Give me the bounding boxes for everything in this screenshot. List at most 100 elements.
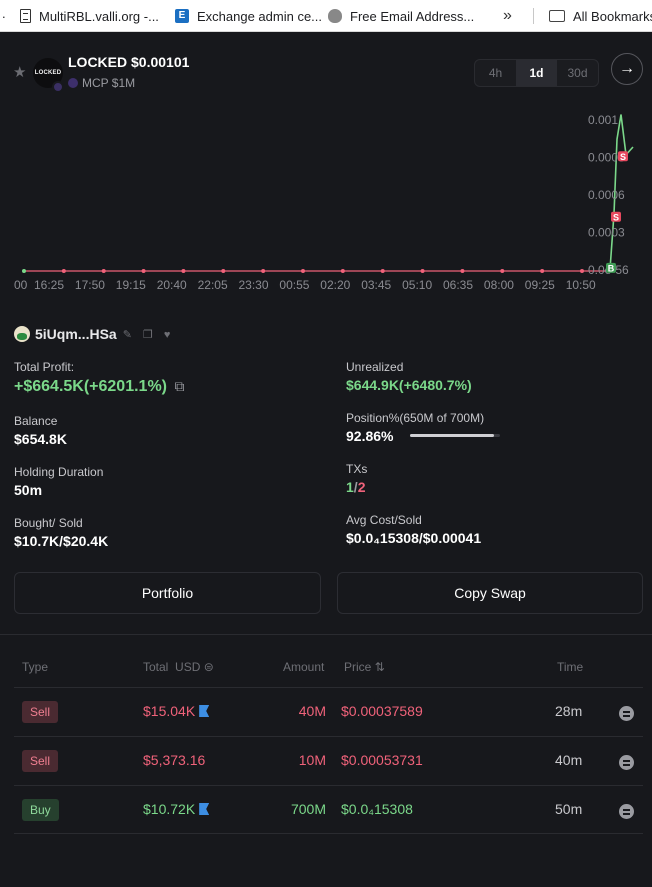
unrealized-value: $644.9K(+6480.7%): [346, 377, 472, 393]
total-profit-amount: +$664.5K(+6201.1%): [14, 378, 167, 395]
row-price: $0.00037589: [341, 703, 423, 719]
bookmarks-bar: . MultiRBL.valli.org -... E Exchange adm…: [0, 0, 652, 32]
baseline-point: [261, 269, 266, 273]
col-time: Time: [557, 660, 584, 674]
x-tick-label: 22:05: [198, 278, 228, 292]
x-tick-label: 23:30: [239, 278, 269, 292]
document-icon: [20, 9, 31, 23]
trader-info: 5iUqm...HSa ✎ ❐ ♥: [14, 326, 174, 342]
balance-value: $654.8K: [14, 431, 67, 447]
position-label: Position%(650M of 700M): [346, 411, 485, 425]
holding-label: Holding Duration: [14, 465, 104, 479]
free-email-icon: [328, 9, 342, 23]
row-menu-icon[interactable]: [619, 706, 634, 721]
folder-icon: [549, 10, 565, 22]
x-tick-label: 06:35: [443, 278, 473, 292]
row-amount: 10M: [298, 752, 326, 768]
baseline-point: [460, 269, 465, 273]
trader-action-icons[interactable]: ✎ ❐ ♥: [123, 328, 175, 341]
col-total-label: Total: [143, 660, 169, 674]
baseline-point: [61, 269, 66, 273]
table-row[interactable]: Sell $5,373.16 10M $0.00053731 40m: [14, 736, 643, 785]
baseline-point: [420, 269, 425, 273]
row-menu-icon[interactable]: [619, 755, 634, 770]
x-tick-label: 09:25: [525, 278, 555, 292]
x-tick-label: 02:20: [320, 278, 350, 292]
x-tick-label: 16:25: [34, 278, 64, 292]
row-amount: 40M: [298, 703, 326, 719]
row-total: $10.72K: [143, 801, 210, 817]
y-tick-label: 0.001: [588, 113, 618, 127]
baseline-point: [22, 269, 26, 273]
row-total-value: $10.72K: [143, 801, 196, 817]
timeframe-selector: 4h 1d 30d: [474, 59, 599, 87]
section-divider: [0, 634, 652, 635]
txs-sell-count: 2: [357, 479, 366, 495]
avg-cost-value: $0.0₄15308/$0.00041: [346, 530, 482, 546]
bookmark-exchange[interactable]: E Exchange admin ce...: [175, 0, 323, 31]
avg-cost-label: Avg Cost/Sold: [346, 513, 422, 527]
flag-icon: [199, 705, 210, 717]
arrow-right-icon[interactable]: →: [611, 53, 643, 85]
timeframe-1d[interactable]: 1d: [516, 60, 557, 86]
txs-label: TXs: [346, 462, 368, 476]
trade-marker-label: B: [608, 263, 615, 273]
col-usd-toggle[interactable]: USD ⊜: [175, 660, 214, 674]
row-price: $0.00053731: [341, 752, 423, 768]
bought-sold-value: $10.7K/$20.4K: [14, 533, 109, 549]
holding-value: 50m: [14, 482, 43, 498]
baseline-point: [380, 269, 385, 273]
all-bookmarks-button[interactable]: All Bookmarks: [549, 0, 652, 31]
balance-label: Balance: [14, 414, 58, 428]
row-menu-icon[interactable]: [619, 804, 634, 819]
bookmark-multirbl[interactable]: MultiRBL.valli.org -...: [20, 0, 159, 31]
col-total[interactable]: Total USD ⊜: [143, 660, 214, 674]
row-time: 50m: [555, 801, 583, 817]
type-badge: Sell: [22, 750, 59, 772]
y-tick-label: 0.0003: [588, 226, 625, 240]
share-icon[interactable]: ⧉: [174, 378, 184, 394]
price-chart-svg: 0.0010.00080.00060.00030.0e-560016:2517:…: [14, 113, 634, 292]
all-bookmarks-label: All Bookmarks: [573, 8, 652, 24]
bookmark-label: Free Email Address...: [350, 8, 475, 24]
baseline-point: [340, 269, 345, 273]
x-tick-label: 08:00: [484, 278, 514, 292]
timeframe-30d[interactable]: 30d: [557, 60, 598, 86]
baseline-point: [580, 269, 584, 273]
table-row[interactable]: Buy $10.72K 700M $0.0₄15308 50m: [14, 785, 643, 834]
txs-value: 1/2: [346, 479, 365, 495]
row-total: $5,373.16: [143, 752, 206, 768]
copy-swap-button[interactable]: Copy Swap: [337, 572, 643, 614]
trade-marker-label: S: [620, 152, 626, 162]
bookmarks-separator: [533, 8, 534, 24]
timeframe-4h[interactable]: 4h: [475, 60, 516, 86]
y-tick-label: 0.0006: [588, 188, 625, 202]
table-row[interactable]: Sell $15.04K 40M $0.00037589 28m: [14, 687, 643, 736]
row-total-value: $15.04K: [143, 703, 196, 719]
type-badge: Sell: [22, 701, 59, 723]
bookmark-label: Exchange admin ce...: [197, 8, 323, 24]
position-bar-fill: [410, 434, 494, 437]
x-tick-label: 17:50: [75, 278, 105, 292]
col-price[interactable]: Price ⇅: [344, 660, 385, 674]
baseline-point: [141, 269, 146, 273]
total-profit-value: +$664.5K(+6201.1%) ⧉: [14, 378, 184, 396]
flag-icon: [199, 803, 210, 815]
bookmarks-overflow-button[interactable]: »: [503, 0, 512, 31]
position-value: 92.86%: [346, 428, 394, 444]
trade-marker-label: S: [613, 212, 619, 222]
col-amount: Amount: [283, 660, 325, 674]
market-cap-value: MCP $1M: [82, 76, 136, 90]
x-tick-label: 05:10: [402, 278, 432, 292]
txs-buy-count: 1: [346, 479, 354, 495]
trader-name[interactable]: 5iUqm...HSa: [35, 326, 117, 342]
baseline-point: [500, 269, 505, 273]
chain-icon: [52, 81, 64, 93]
row-amount: 700M: [290, 801, 326, 817]
star-icon[interactable]: ★: [13, 63, 26, 81]
portfolio-button[interactable]: Portfolio: [14, 572, 321, 614]
x-tick-label: 20:40: [157, 278, 187, 292]
bookmark-free-email[interactable]: Free Email Address...: [328, 0, 475, 31]
total-profit-label: Total Profit:: [14, 360, 75, 374]
baseline-point: [301, 269, 305, 273]
